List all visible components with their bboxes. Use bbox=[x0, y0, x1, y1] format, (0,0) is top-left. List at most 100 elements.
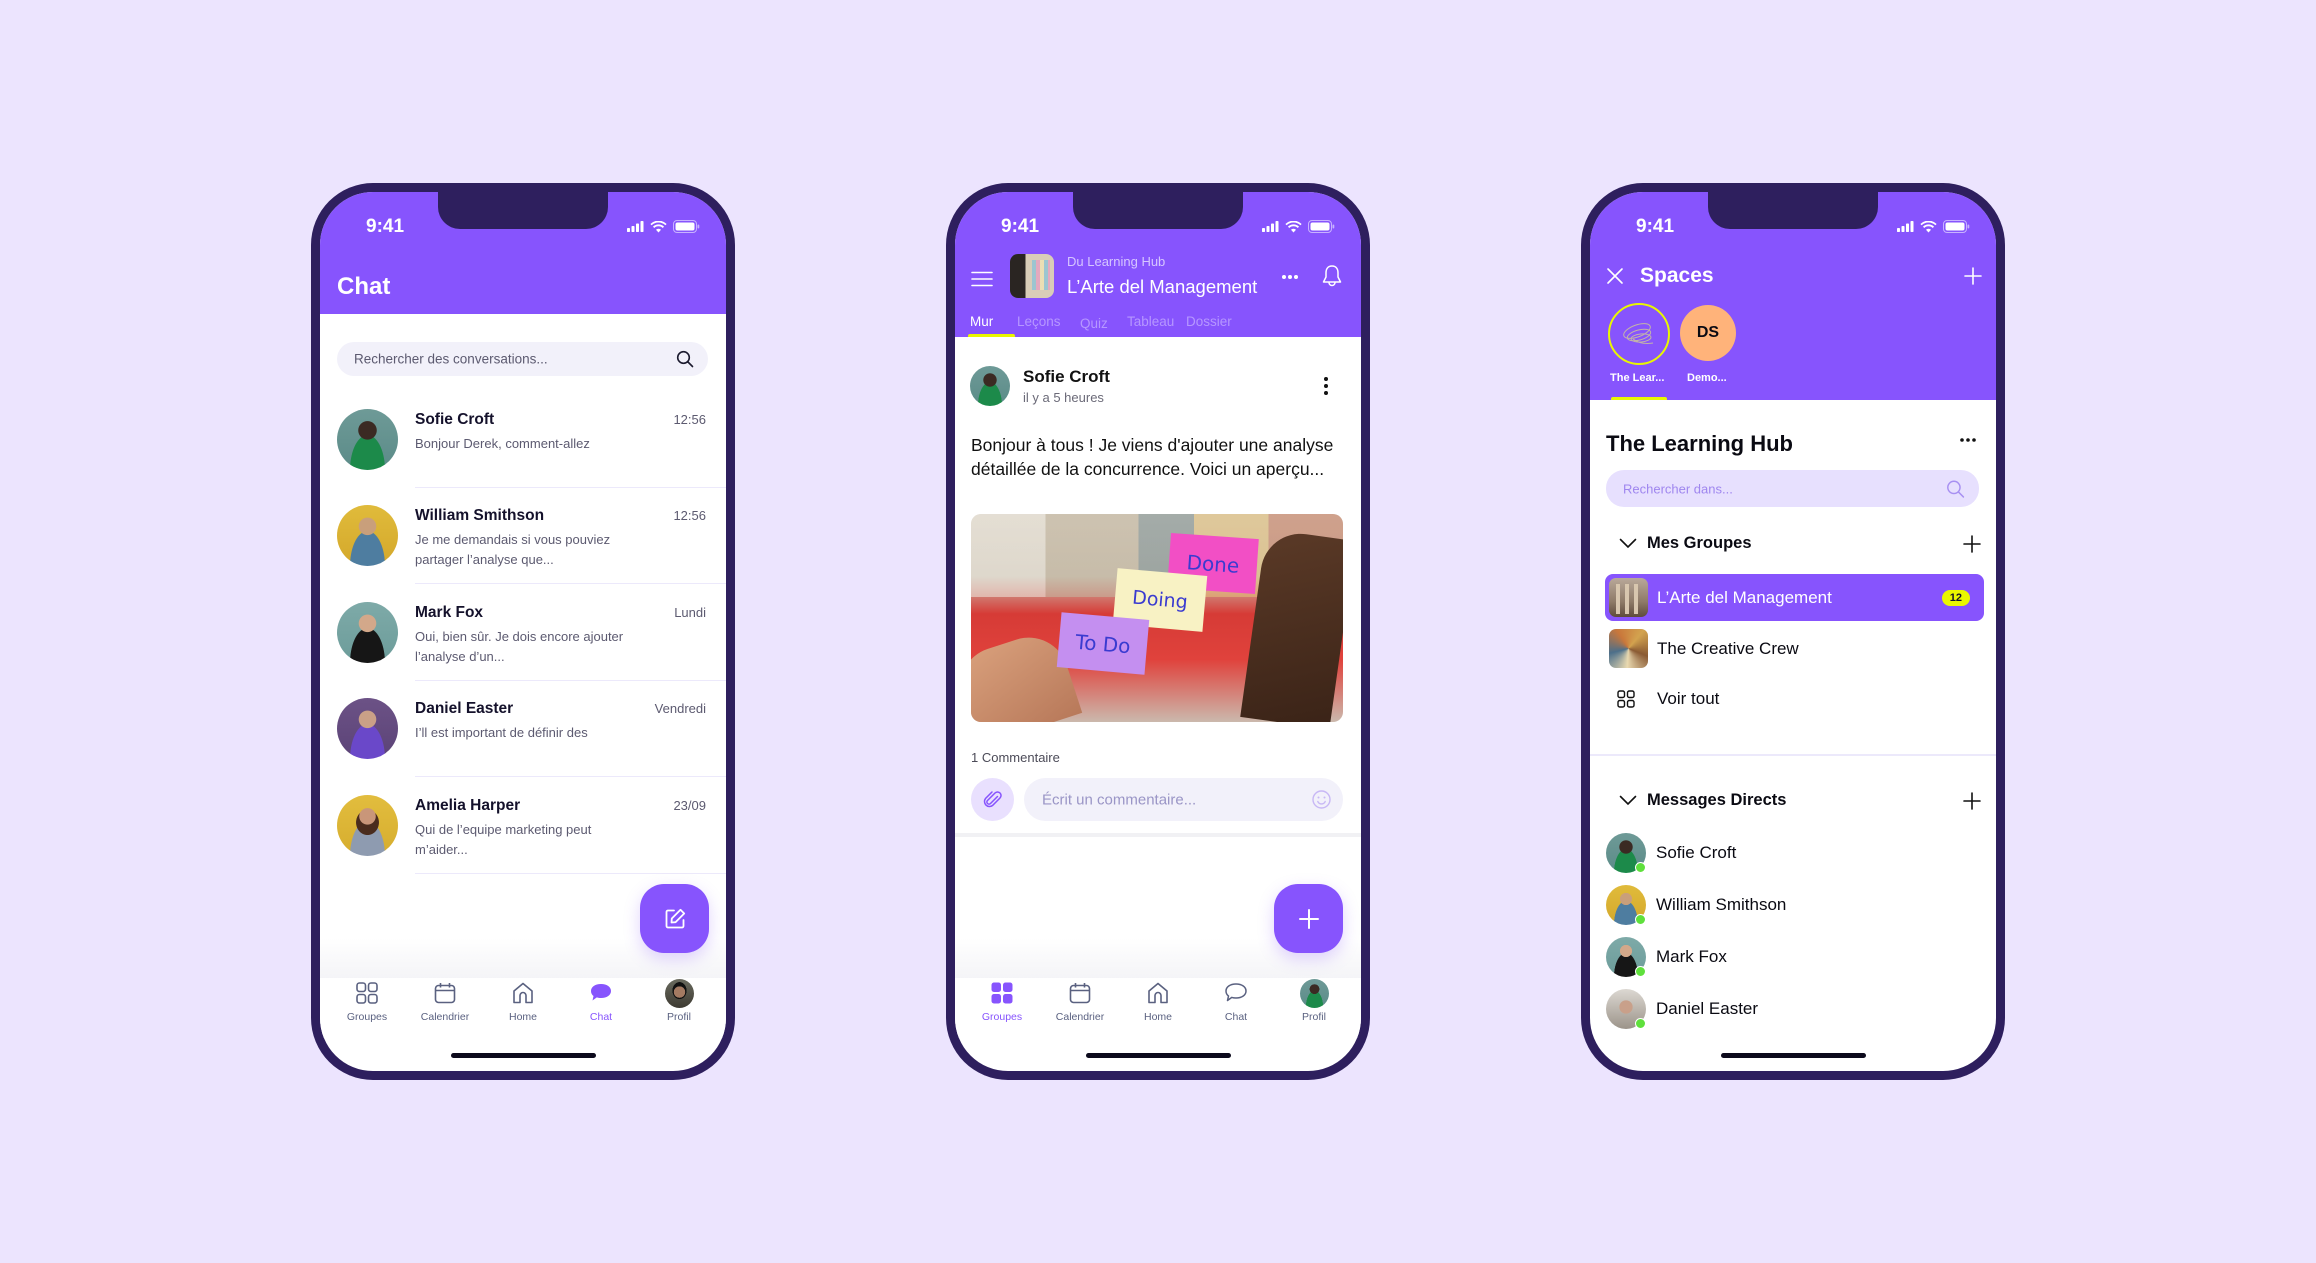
tab-label: Profil bbox=[1302, 1011, 1326, 1023]
dm-name: William Smithson bbox=[1656, 895, 1787, 914]
more-options-icon[interactable] bbox=[1281, 274, 1299, 280]
chevron-down-icon[interactable] bbox=[1619, 795, 1637, 806]
bell-icon[interactable] bbox=[1321, 264, 1343, 288]
message-preview: Bonjour Derek, comment-allez bbox=[415, 436, 590, 451]
tab-chat[interactable]: Chat bbox=[566, 978, 636, 1038]
online-status-dot bbox=[1635, 1018, 1646, 1029]
conversation-row[interactable]: Sofie Croft 12:56 Bonjour Derek, comment… bbox=[320, 392, 726, 488]
see-all-groups[interactable]: Voir tout bbox=[1605, 675, 1984, 722]
conversation-row[interactable]: Mark Fox Lundi Oui, bien sûr. Je dois en… bbox=[320, 585, 726, 681]
chat-screen: 9:41 Chat Rechercher des conversations..… bbox=[320, 192, 726, 1071]
message-time: 12:56 bbox=[673, 412, 706, 427]
post-options-icon[interactable] bbox=[1323, 376, 1329, 396]
active-tab-indicator bbox=[968, 334, 1015, 337]
search-placeholder: Rechercher des conversations... bbox=[354, 351, 548, 367]
course-title: L’Arte del Management bbox=[1067, 276, 1258, 297]
page-title: Spaces bbox=[1640, 264, 1714, 287]
conversation-row[interactable]: William Smithson 12:56 Je me demandais s… bbox=[320, 488, 726, 584]
post-author-name[interactable]: Sofie Croft bbox=[1023, 367, 1110, 387]
comment-input[interactable]: Écrit un commentaire... bbox=[1024, 778, 1343, 821]
post-body: Bonjour à tous ! Je viens d'ajouter une … bbox=[971, 435, 1334, 479]
message-time: Vendredi bbox=[654, 701, 706, 716]
group-item-creative-crew[interactable]: The Creative Crew bbox=[1605, 625, 1984, 672]
home-indicator bbox=[1086, 1053, 1231, 1058]
tab-label: Groupes bbox=[981, 1011, 1023, 1023]
status-icons bbox=[627, 220, 700, 233]
status-time: 9:41 bbox=[366, 216, 405, 237]
status-icons bbox=[1262, 220, 1335, 233]
search-icon[interactable] bbox=[676, 350, 694, 368]
conversation-row[interactable]: Amelia Harper 23/09 Qui de l’equipe mark… bbox=[320, 778, 726, 874]
create-post-button[interactable] bbox=[1274, 884, 1343, 953]
post-author-avatar[interactable] bbox=[970, 366, 1010, 406]
menu-icon[interactable] bbox=[971, 271, 993, 287]
active-space-indicator bbox=[1611, 397, 1667, 400]
chevron-down-icon[interactable] bbox=[1619, 538, 1637, 549]
tab-tableau[interactable]: Tableau bbox=[1127, 314, 1174, 329]
tab-profil[interactable]: Profil bbox=[1279, 978, 1349, 1038]
tab-calendrier[interactable]: Calendrier bbox=[1045, 978, 1115, 1038]
bottom-tab-bar: Groupes Calendrier Home Chat Profil bbox=[320, 978, 726, 1038]
phone-course: 9:41 Du Learning Hub L’Arte del Manageme… bbox=[946, 183, 1370, 1080]
tab-dossier[interactable]: Dossier bbox=[1186, 314, 1232, 329]
message-preview: Oui, bien sûr. Je dois encore ajouter l’… bbox=[415, 629, 624, 664]
tab-groupes[interactable]: Groupes bbox=[332, 978, 402, 1038]
post-separator bbox=[955, 833, 1361, 837]
tab-home[interactable]: Home bbox=[1123, 978, 1193, 1038]
tab-profil[interactable]: Profil bbox=[644, 978, 714, 1038]
post-image[interactable]: Done Doing To Do bbox=[971, 514, 1343, 722]
tab-calendrier[interactable]: Calendrier bbox=[410, 978, 480, 1038]
hub-search-input[interactable]: Rechercher dans... bbox=[1606, 470, 1979, 507]
home-indicator bbox=[1721, 1053, 1866, 1058]
tab-mur[interactable]: Mur bbox=[970, 314, 993, 329]
conversation-search-input[interactable]: Rechercher des conversations... bbox=[337, 342, 708, 376]
dm-name: Mark Fox bbox=[1656, 947, 1727, 966]
unread-badge: 12 bbox=[1941, 589, 1970, 606]
attach-button[interactable] bbox=[971, 778, 1014, 821]
tab-lecons[interactable]: Leçons bbox=[1017, 314, 1061, 329]
tab-chat[interactable]: Chat bbox=[1201, 978, 1271, 1038]
message-preview: I’ll est important de définir des bbox=[415, 725, 588, 740]
tab-label: Calendrier bbox=[420, 1011, 470, 1023]
space-initials: DS bbox=[1696, 324, 1720, 341]
wifi-icon bbox=[1920, 220, 1937, 232]
group-thumbnail bbox=[1609, 629, 1648, 668]
divider bbox=[415, 582, 726, 584]
close-icon[interactable] bbox=[1606, 267, 1624, 285]
space-learning-hub[interactable] bbox=[1608, 303, 1670, 365]
contact-name: Sofie Croft bbox=[415, 411, 495, 428]
dm-section-title[interactable]: Messages Directs bbox=[1647, 791, 1786, 810]
group-item-arte-management[interactable]: L’Arte del Management 12 bbox=[1605, 574, 1984, 621]
message-time: 12:56 bbox=[673, 508, 706, 523]
comment-count[interactable]: 1 Commentaire bbox=[971, 750, 1060, 765]
divider bbox=[415, 872, 726, 874]
dm-item[interactable]: Daniel Easter bbox=[1606, 989, 1984, 1029]
dm-item[interactable]: Sofie Croft bbox=[1606, 833, 1984, 873]
hub-options-icon[interactable] bbox=[1959, 437, 1977, 443]
tab-label: Chat bbox=[589, 1011, 613, 1023]
groups-section-title[interactable]: Mes Groupes bbox=[1647, 534, 1752, 553]
divider bbox=[415, 775, 726, 777]
space-demo[interactable]: DS bbox=[1680, 305, 1736, 361]
add-dm-icon[interactable] bbox=[1963, 792, 1981, 810]
profile-avatar bbox=[664, 978, 694, 1008]
spaces-screen: 9:41 Spaces DS The Lear... Demo... The L… bbox=[1590, 192, 1996, 1071]
tab-quiz[interactable]: Quiz bbox=[1080, 316, 1108, 331]
bottom-tab-bar: Groupes Calendrier Home Chat Profil bbox=[955, 978, 1361, 1038]
new-message-button[interactable] bbox=[640, 884, 709, 953]
chat-bubble-icon bbox=[591, 984, 611, 1001]
dm-item[interactable]: William Smithson bbox=[1606, 885, 1984, 925]
chat-bubble-icon bbox=[1225, 983, 1247, 1002]
conversation-row[interactable]: Daniel Easter Vendredi I’ll est importan… bbox=[320, 681, 726, 777]
notch bbox=[1708, 192, 1878, 229]
home-icon bbox=[1148, 982, 1168, 1004]
dm-item[interactable]: Mark Fox bbox=[1606, 937, 1984, 977]
avatar bbox=[337, 795, 398, 856]
tab-home[interactable]: Home bbox=[488, 978, 558, 1038]
add-group-icon[interactable] bbox=[1963, 535, 1981, 553]
emoji-icon[interactable] bbox=[1312, 790, 1331, 809]
tab-groupes[interactable]: Groupes bbox=[967, 978, 1037, 1038]
message-preview: Qui de l’equipe marketing peut m’aider..… bbox=[415, 822, 592, 857]
search-icon[interactable] bbox=[1946, 479, 1965, 498]
add-space-icon[interactable] bbox=[1964, 267, 1982, 285]
